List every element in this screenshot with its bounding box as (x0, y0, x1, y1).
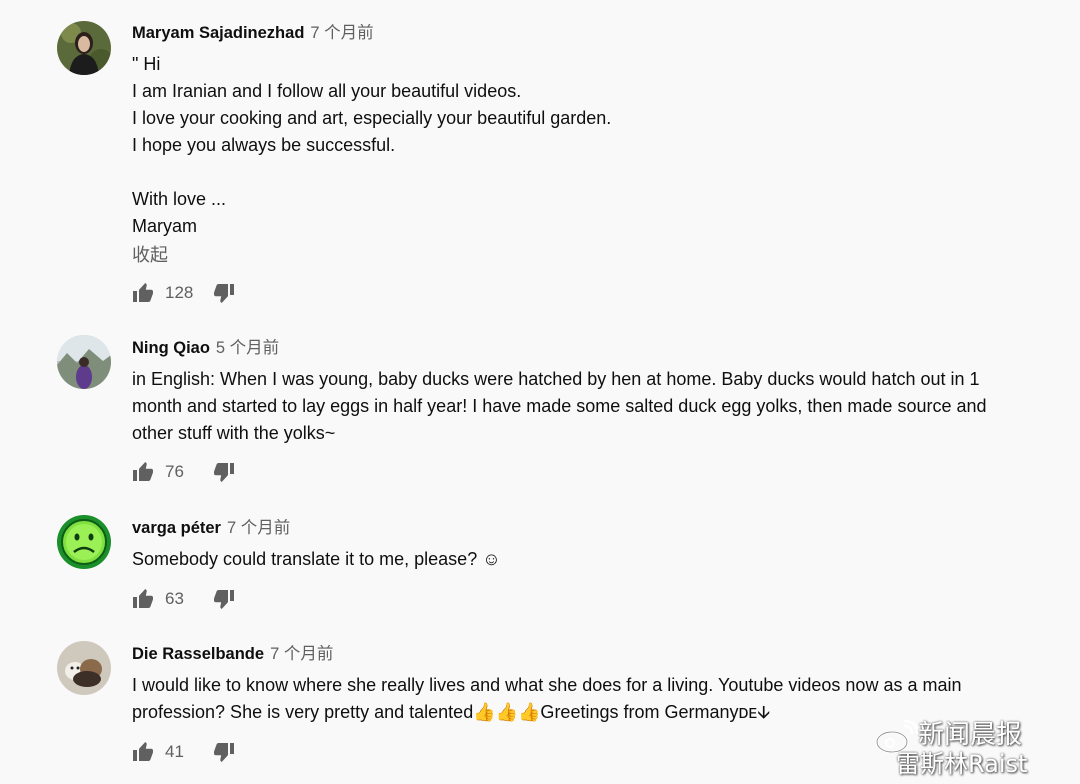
comment-header: Die Rasselbande 7 个月前 (132, 644, 333, 664)
comment-time[interactable]: 7 个月前 (310, 24, 373, 42)
comment-line (132, 159, 1032, 186)
thumbs-down-icon[interactable] (213, 461, 235, 483)
comment-text: Somebody could translate it to me, pleas… (132, 546, 1032, 573)
comment-line: Maryam (132, 216, 198, 236)
collapse-button[interactable]: 收起 (132, 240, 1032, 270)
like-count: 63 (165, 589, 184, 608)
thumbs-down-icon[interactable] (213, 741, 235, 763)
like-count: 128 (165, 283, 194, 302)
thumbs-up-icon[interactable] (132, 461, 154, 483)
thumbs-up-icon[interactable] (132, 741, 154, 763)
comment-line: Somebody could translate it to me, pleas… (132, 549, 501, 569)
avatar[interactable] (57, 335, 111, 389)
like-count: 76 (165, 462, 184, 481)
author-name[interactable]: Die Rasselbande (132, 645, 264, 663)
comment-line: I am Iranian and I follow all your beaut… (132, 81, 522, 101)
comment-time[interactable]: 7 个月前 (270, 645, 333, 663)
comment-actions: 63 (132, 587, 235, 611)
comment-header: Ning Qiao 5 个月前 (132, 338, 279, 358)
comment-text: " Hi I am Iranian and I follow all your … (132, 51, 1032, 270)
comment-line: I would like to know where she really li… (132, 675, 962, 695)
comment-line: other stuff with the yolks~ (132, 423, 336, 443)
comment-actions: 76 (132, 460, 235, 484)
comment-line: month and started to lay eggs in half ye… (132, 396, 987, 416)
comment-header: Maryam Sajadinezhad 7 个月前 (132, 23, 374, 43)
thumbs-down-icon[interactable] (213, 282, 235, 304)
avatar[interactable] (57, 515, 111, 569)
comment-line: " Hi (132, 54, 161, 74)
like-count: 41 (165, 742, 184, 761)
comment-line: I love your cooking and art, especially … (132, 108, 612, 128)
author-name[interactable]: varga péter (132, 519, 221, 537)
comment-header: varga péter 7 个月前 (132, 518, 290, 538)
thumbs-up-icon[interactable] (132, 282, 154, 304)
thumbs-down-icon[interactable] (213, 588, 235, 610)
comment-time[interactable]: 5 个月前 (216, 339, 279, 357)
comment-text: in English: When I was young, baby ducks… (132, 366, 1032, 447)
comment-line: I hope you always be successful. (132, 135, 396, 155)
comment-actions: 128 (132, 281, 235, 305)
avatar[interactable] (57, 641, 111, 695)
author-name[interactable]: Ning Qiao (132, 339, 210, 357)
author-name[interactable]: Maryam Sajadinezhad (132, 24, 304, 42)
comment-line: With love ... (132, 189, 227, 209)
comment-line: in English: When I was young, baby ducks… (132, 369, 980, 389)
avatar[interactable] (57, 21, 111, 75)
thumbs-up-icon[interactable] (132, 588, 154, 610)
watermark: 新闻晨报 雷斯林Raist (856, 710, 1066, 778)
comment-time[interactable]: 7 个月前 (227, 519, 290, 537)
watermark-handle: 雷斯林Raist (896, 750, 1028, 778)
comment-actions: 41 (132, 740, 235, 764)
